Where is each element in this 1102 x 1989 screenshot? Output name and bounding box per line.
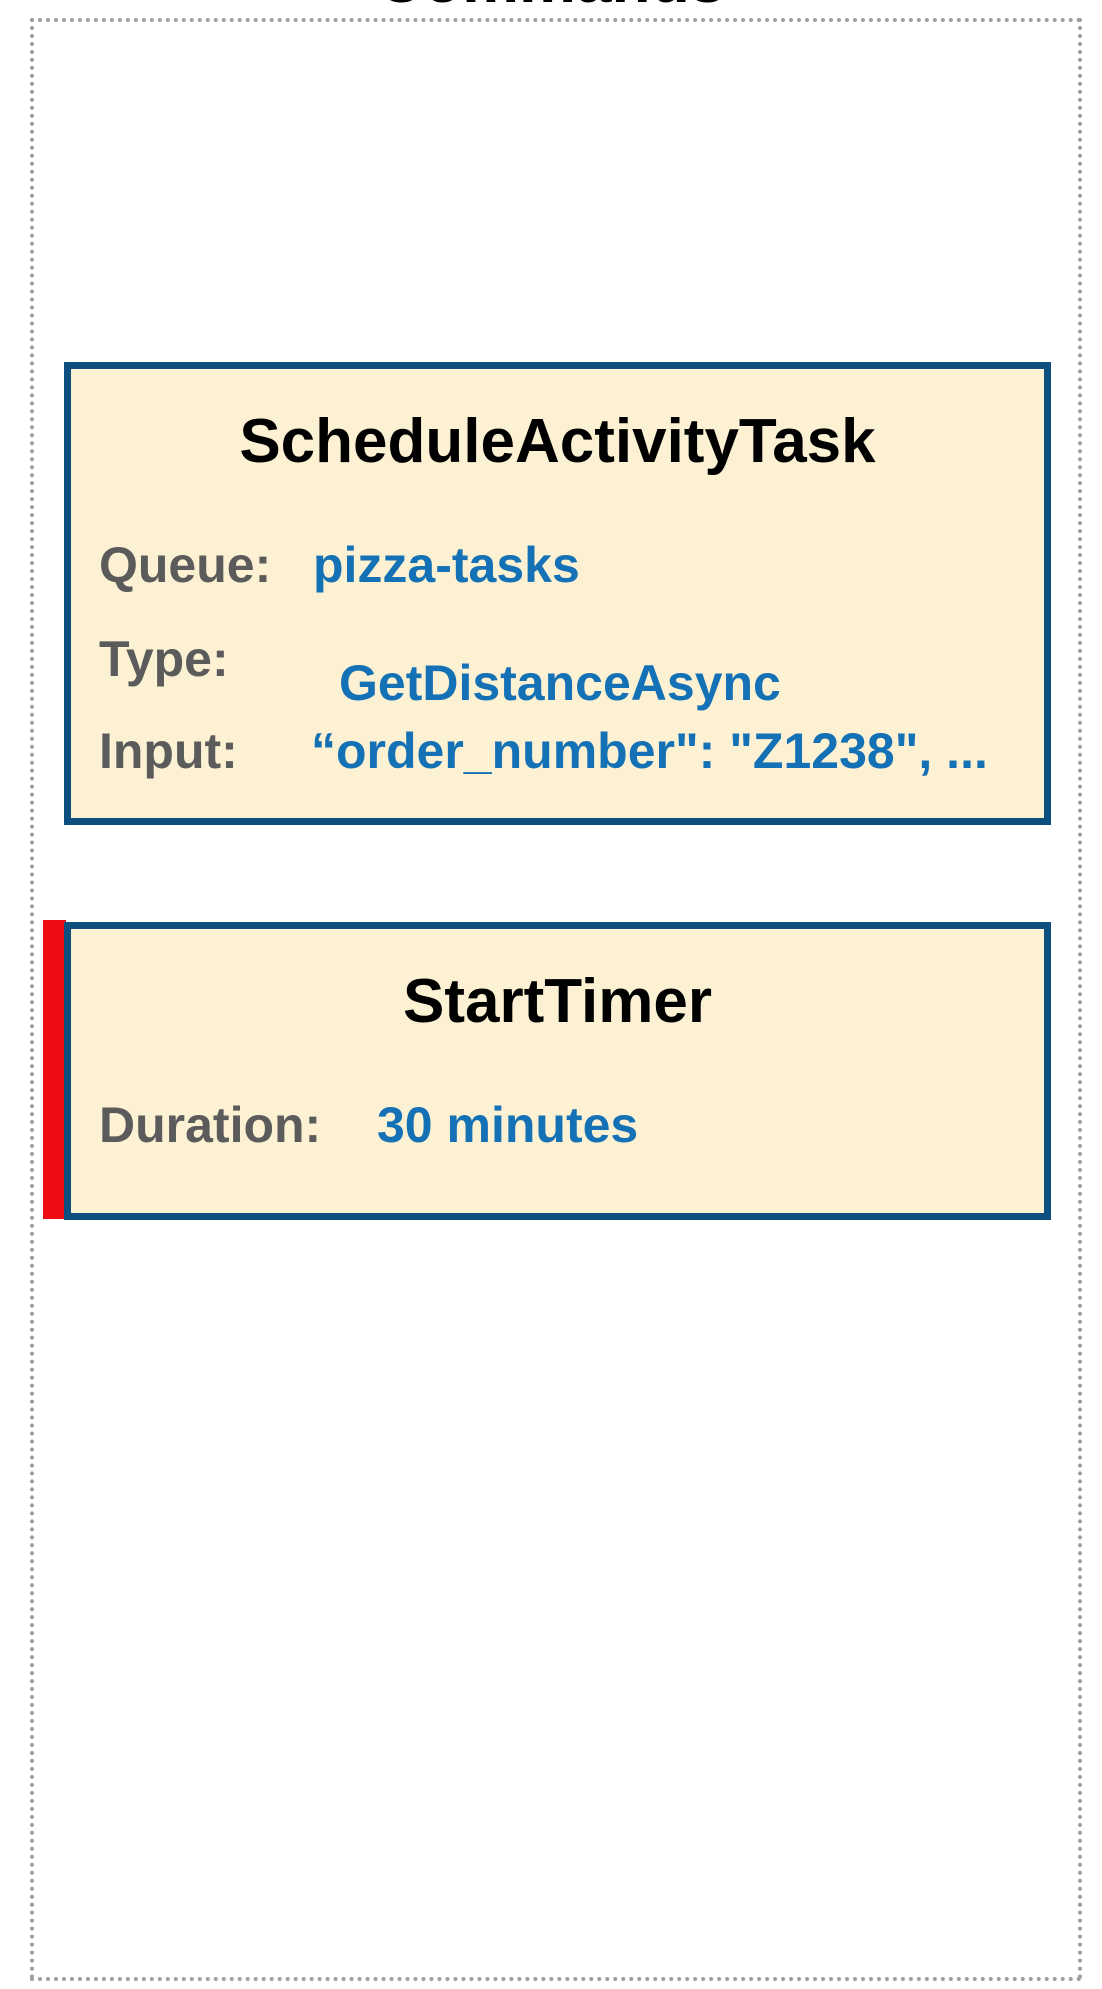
input-label: Input:: [99, 723, 238, 779]
schedule-activity-task-card: ScheduleActivityTask Queue: pizza-tasks …: [64, 362, 1051, 825]
type-value: GetDistanceAsync: [339, 655, 781, 711]
error-marker: [43, 920, 66, 1219]
card-title: StartTimer: [403, 967, 712, 1036]
input-value: “order_number": "Z1238", ...: [311, 723, 988, 779]
duration-value: 30 minutes: [377, 1097, 639, 1153]
queue-label: Queue:: [99, 537, 272, 593]
queue-value: pizza-tasks: [313, 537, 580, 593]
type-label: Type:: [99, 631, 229, 687]
card-title: ScheduleActivityTask: [239, 407, 876, 476]
start-timer-card: StartTimer Duration: 30 minutes: [64, 922, 1051, 1220]
duration-label: Duration:: [99, 1097, 322, 1153]
frame-title: Commands: [0, 0, 1102, 12]
